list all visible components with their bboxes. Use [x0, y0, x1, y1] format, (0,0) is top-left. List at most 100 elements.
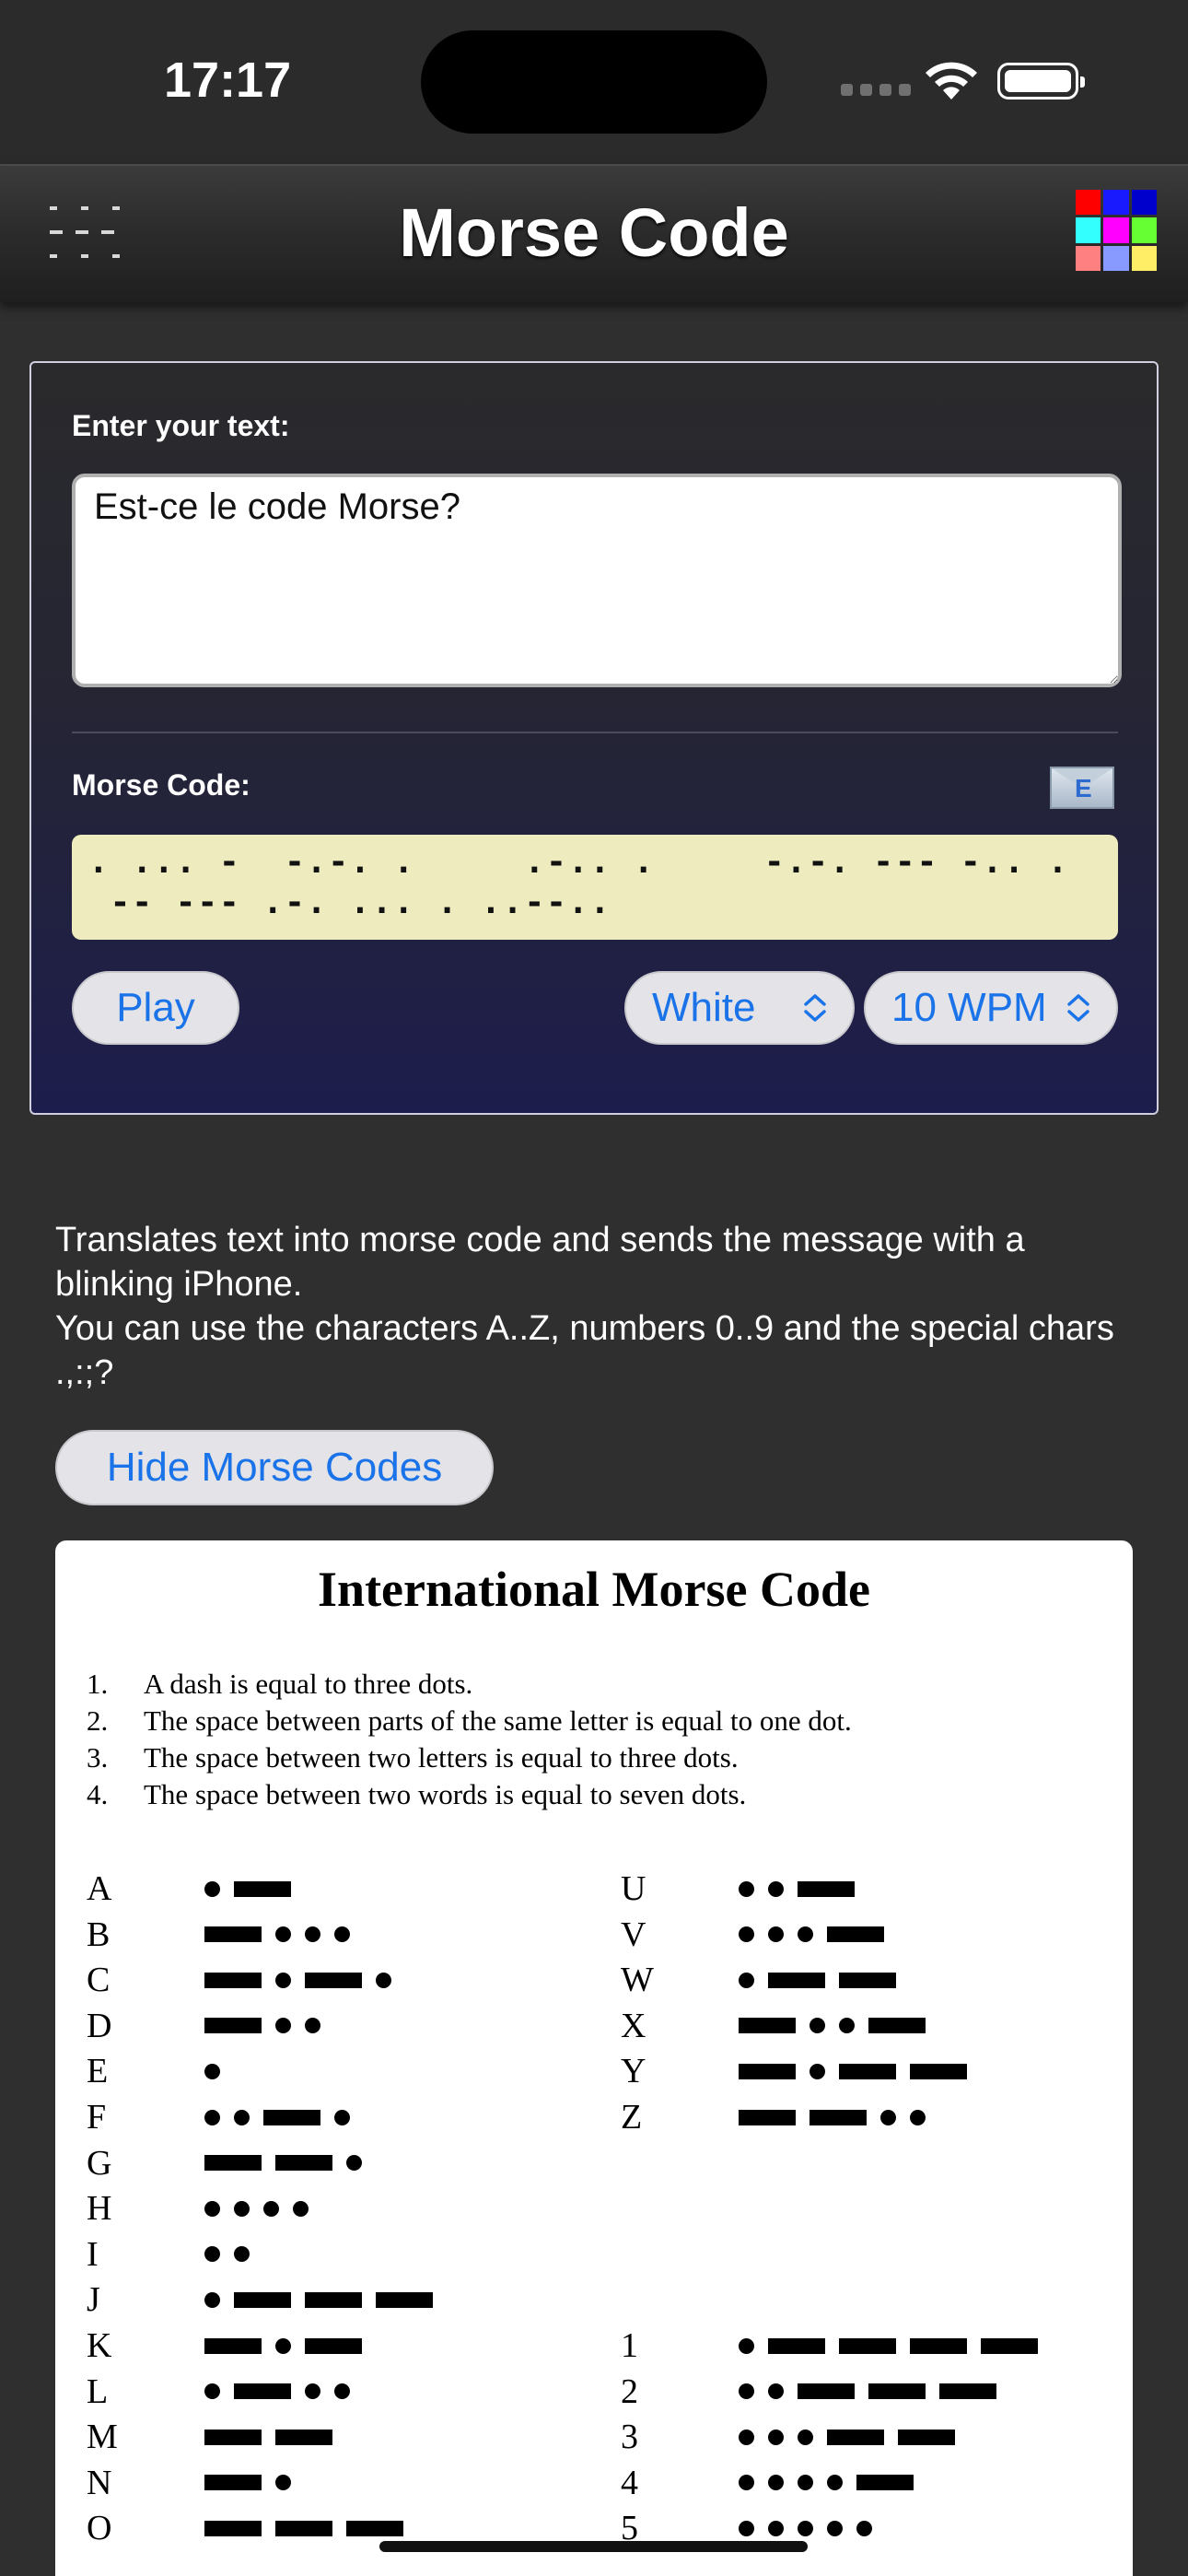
morse-dot: [334, 2383, 350, 2400]
morse-dash: [868, 2383, 926, 2400]
code-character: A: [87, 1869, 112, 1908]
morse-dash: [305, 2337, 362, 2354]
code-symbols: [204, 2291, 433, 2308]
code-symbols: [204, 1880, 291, 1897]
code-symbols: [204, 1926, 350, 1943]
description-line: Translates text into morse code and send…: [55, 1221, 1025, 1304]
morse-dash: [204, 2155, 262, 2172]
mail-icon[interactable]: E: [1050, 767, 1114, 809]
morse-dot: [346, 2155, 362, 2172]
morse-dot: [739, 1926, 754, 1943]
rule-number: 2.: [87, 1704, 109, 1737]
morse-dot: [334, 1926, 350, 1943]
morse-dash: [739, 2018, 796, 2034]
grid-cell: [1131, 190, 1157, 216]
code-character: 1: [621, 2326, 638, 2365]
code-character: H: [87, 2189, 112, 2229]
morse-dot: [275, 2475, 291, 2491]
code-character: B: [87, 1914, 111, 1954]
morse-dash: [839, 2063, 896, 2079]
code-row: I: [87, 2235, 250, 2274]
morse-dot: [798, 1926, 813, 1943]
code-character: M: [87, 2418, 118, 2457]
morse-dash: [809, 2109, 867, 2125]
morse-dash: [827, 1926, 884, 1943]
code-character: U: [621, 1869, 646, 1908]
speed-select[interactable]: 10 WPM: [864, 971, 1118, 1045]
speed-select-value: 10 WPM: [891, 985, 1047, 1030]
morse-dot: [305, 2018, 320, 2034]
morse-dot: [234, 2109, 250, 2125]
morse-dash: [204, 2520, 262, 2536]
morse-dot: [739, 2475, 754, 2491]
status-time: 17:17: [164, 53, 292, 108]
grid-cell: [1131, 245, 1157, 271]
morse-dot: [293, 2200, 309, 2217]
code-character: E: [87, 2052, 109, 2091]
morse-dash: [910, 2063, 967, 2079]
morse-output: . ... - -.-. . .-.. . -.-. --- -.. . -- …: [72, 835, 1118, 940]
rule-item: 3. The space between two letters is equal…: [87, 1741, 739, 1774]
play-button[interactable]: Play: [72, 971, 239, 1045]
grid-cell: [1076, 217, 1101, 243]
dynamic-island: [421, 30, 767, 134]
code-row: M: [87, 2418, 332, 2457]
morse-dash: [376, 2291, 433, 2308]
hide-morse-codes-button[interactable]: Hide Morse Codes: [55, 1430, 494, 1505]
code-character: K: [87, 2326, 112, 2365]
code-character: 2: [621, 2371, 638, 2411]
morse-dot: [234, 2246, 250, 2263]
color-select-value: White: [652, 985, 756, 1030]
rule-item: 1. A dash is equal to three dots.: [87, 1668, 472, 1701]
input-label: Enter your text:: [72, 409, 290, 442]
morse-dot: [739, 2520, 754, 2536]
morse-dash: [768, 1972, 825, 1988]
morse-dot: [204, 1880, 220, 1897]
morse-dot: [334, 2109, 350, 2125]
divider: [72, 732, 1118, 733]
morse-dot: [275, 2018, 291, 2034]
code-symbols: [739, 2475, 914, 2491]
code-row: L: [87, 2372, 350, 2411]
morse-dot: [275, 2337, 291, 2354]
code-row: J: [87, 2280, 433, 2319]
morse-dot: [798, 2475, 813, 2491]
color-select[interactable]: White: [624, 971, 855, 1045]
code-symbols: [204, 2109, 350, 2125]
morse-dash: [739, 2063, 796, 2079]
code-character: W: [621, 1961, 654, 2000]
morse-dash: [234, 2383, 291, 2400]
text-input[interactable]: [72, 474, 1122, 687]
morse-dot: [739, 2383, 754, 2400]
morse-dash: [898, 2429, 955, 2445]
code-row: 4: [621, 2464, 914, 2502]
translator-panel: Enter your text: Morse Code: E . ... - -…: [29, 361, 1159, 1115]
chevron-up-down-icon: [1066, 993, 1090, 1023]
code-row: 2: [621, 2371, 996, 2411]
grid-cell: [1076, 245, 1101, 271]
morse-dash: [275, 2155, 332, 2172]
morse-dot: [263, 2200, 279, 2217]
cellular-signal-icon: [841, 84, 911, 96]
rule-number: 4.: [87, 1778, 109, 1810]
morse-dash: [839, 1972, 896, 1988]
morse-dot: [275, 1972, 291, 1988]
reference-title: International Morse Code: [318, 1562, 870, 1617]
code-character: Z: [621, 2098, 643, 2137]
morse-dash: [204, 2475, 262, 2491]
battery-icon: [997, 63, 1085, 100]
code-symbols: [204, 2383, 350, 2400]
color-grid-icon[interactable]: [1076, 190, 1157, 271]
code-symbols: [204, 2475, 291, 2491]
code-row: V: [621, 1915, 884, 1954]
code-symbols: [739, 2337, 1038, 2354]
code-symbols: [204, 2018, 320, 2034]
morse-dot: [827, 2475, 843, 2491]
morse-dot: [204, 2246, 220, 2263]
morse-dot: [768, 2475, 784, 2491]
code-character: F: [87, 2098, 107, 2137]
code-row: B: [87, 1914, 350, 1954]
code-symbols: [204, 2063, 220, 2079]
morse-dash: [204, 2429, 262, 2445]
code-symbols: [204, 2155, 362, 2172]
